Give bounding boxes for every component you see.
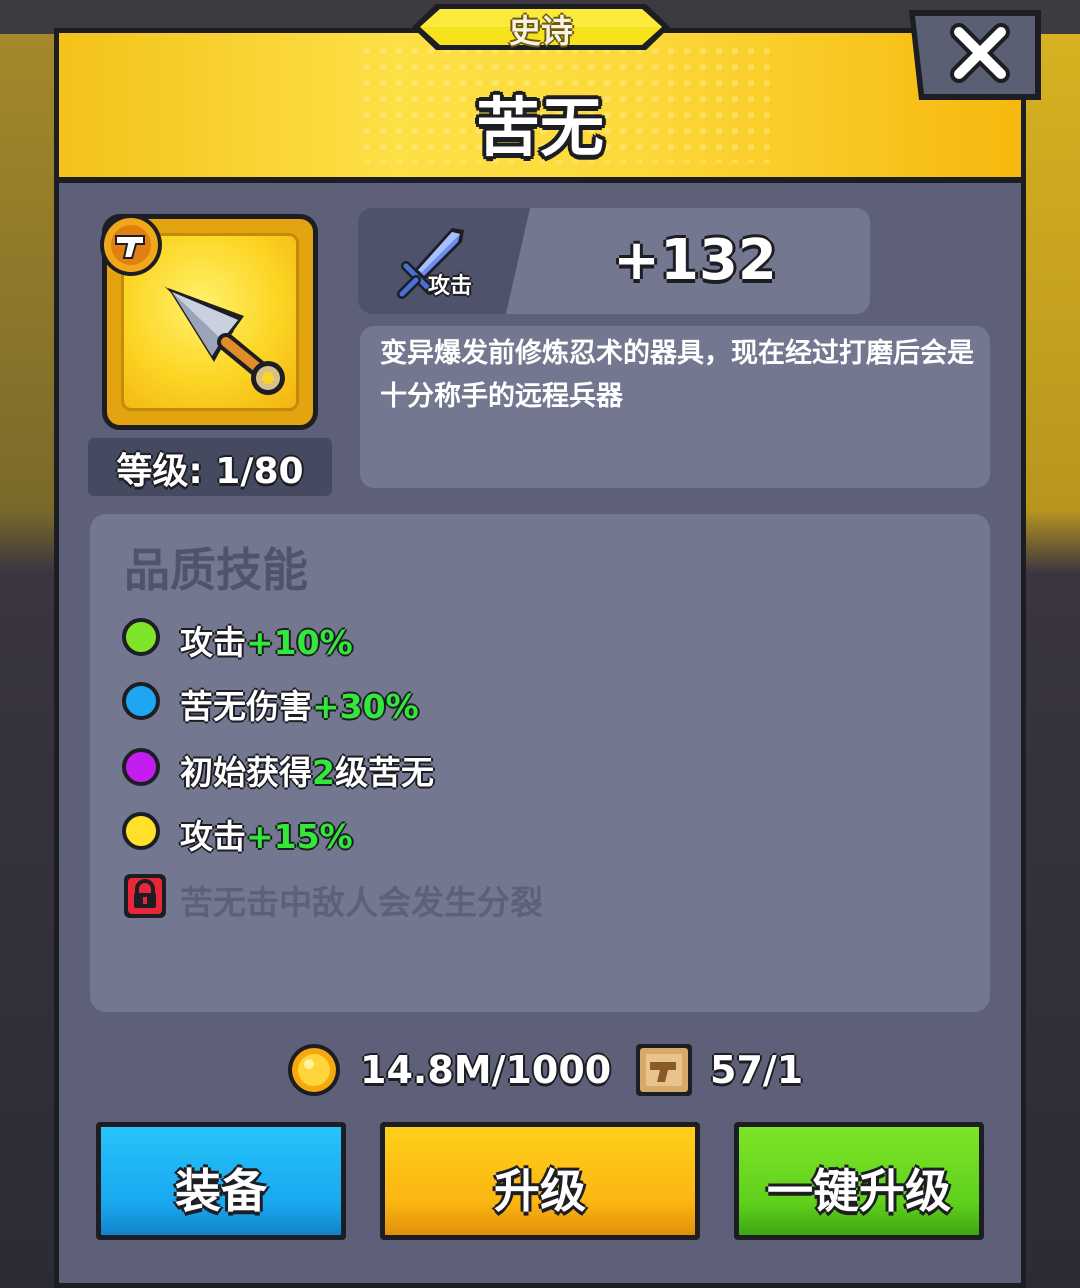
close-button[interactable] [905, 8, 1045, 104]
item-title: 苦无 [476, 92, 604, 166]
gold-coin-icon [288, 1044, 340, 1096]
skill-dot-blue [122, 682, 160, 720]
skill-dot-purple [122, 748, 160, 786]
upgrade-button-label: 升级 [494, 1164, 586, 1218]
background-left [0, 0, 60, 1274]
pistol-badge-icon [100, 214, 162, 276]
lock-icon [124, 874, 166, 918]
skill-dot-yellow [122, 812, 160, 850]
skill-text: 苦无伤害+30% [180, 687, 419, 726]
panel-header: 苦无 [59, 33, 1021, 183]
skill-text: 攻击+15% [180, 817, 353, 856]
quality-skills-title: 品质技能 [124, 543, 308, 597]
blueprint-scroll-icon [636, 1044, 692, 1096]
scroll-cost: 57/1 [710, 1048, 804, 1092]
skill-dot-green [122, 618, 160, 656]
skill-text: 初始获得2级苦无 [180, 753, 434, 792]
coin-cost: 14.8M/1000 [360, 1048, 612, 1092]
stat-label: 攻击 [428, 274, 473, 299]
stat-value: +132 [613, 228, 777, 293]
upgrade-button[interactable]: 升级 [380, 1122, 700, 1240]
upgrade-all-button[interactable]: 一键升级 [734, 1122, 984, 1240]
item-description: 变异爆发前修炼忍术的器具，现在经过打磨后会是十分称手的远程兵器 [380, 338, 974, 412]
item-level: 等级: 1/80 [116, 451, 304, 492]
upgrade-all-button-label: 一键升级 [767, 1164, 951, 1218]
rarity-label: 史诗 [508, 12, 573, 50]
close-icon [909, 10, 1041, 100]
background-right [1020, 0, 1080, 1274]
skill-text: 攻击+10% [180, 623, 353, 662]
equip-button[interactable]: 装备 [96, 1122, 346, 1240]
equip-button-label: 装备 [175, 1164, 267, 1218]
skill-text-locked: 苦无击中敌人会发生分裂 [180, 883, 543, 922]
